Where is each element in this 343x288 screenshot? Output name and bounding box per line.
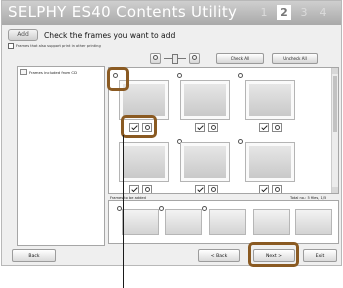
frame-controls [195,123,218,132]
callout-next-highlight [248,242,299,267]
thumbnail-size-slider[interactable] [164,53,186,64]
scroll-up-arrow[interactable] [332,68,338,74]
thumbnail-toolbar: Check All Uncheck All [150,53,318,64]
grid-scrollbar[interactable] [331,68,338,193]
frame-thumbnail[interactable] [180,80,230,120]
select-checkbox[interactable] [259,123,269,132]
print-support-note: Frames that also support print in other … [8,43,101,49]
callout-leader-line [123,135,124,288]
select-checkbox[interactable] [259,185,269,193]
frame-thumbnail[interactable] [119,142,169,182]
step-2-active: 2 [277,5,291,20]
frame-image [123,146,165,178]
frame-image [123,84,165,116]
frame-type-icon [176,72,184,80]
step-1: 1 [260,6,268,19]
preview-zoom-icon[interactable] [142,185,152,193]
step-4: 4 [319,6,327,19]
added-frame-thumbnail[interactable] [295,209,332,235]
uncheck-all-button[interactable]: Uncheck All [272,53,318,64]
frame-controls [195,185,218,193]
slider-knob[interactable] [172,54,178,64]
frame-image [249,146,291,178]
tree-item-cd-frames[interactable]: Frames included from CD [20,69,77,75]
note-text: Frames that also support print in other … [16,44,101,48]
app-window: SELPHY ES40 Contents Utility 1 2 3 4 Add… [1,0,342,266]
title-bar: SELPHY ES40 Contents Utility 1 2 3 4 [2,1,341,25]
preview-zoom-icon[interactable] [272,185,282,193]
frame-controls [259,185,282,193]
scroll-down-arrow[interactable] [332,187,338,193]
added-frame-thumbnail[interactable] [165,209,202,235]
frame-thumbnail[interactable] [245,142,295,182]
added-frame-thumbnail[interactable] [209,209,246,235]
note-checkbox[interactable] [8,43,14,49]
preview-zoom-icon[interactable] [208,123,218,132]
added-frame-thumbnail[interactable] [122,209,159,235]
preview-zoom-icon[interactable] [208,185,218,193]
frames-to-add-strip [108,200,339,244]
zoom-in-icon[interactable] [189,53,200,64]
frame-controls [259,123,282,132]
frame-thumbnail[interactable] [180,142,230,182]
instruction-text: Check the frames you want to add [44,30,176,40]
frame-type-icon [237,72,245,80]
callout-checkbox-highlight [121,115,157,138]
frame-type-icon [237,138,245,146]
frame-image [249,84,291,116]
step-indicator: 1 2 3 4 [258,5,329,20]
preview-zoom-icon[interactable] [272,123,282,132]
previous-button[interactable]: < Back [198,249,240,262]
select-checkbox[interactable] [195,185,205,193]
select-checkbox[interactable] [195,123,205,132]
frame-image [184,84,226,116]
select-checkbox[interactable] [129,185,139,193]
added-frame-thumbnail[interactable] [253,209,290,235]
callout-frame-icon-highlight [107,67,129,91]
instruction-row: Add Check the frames you want to add [8,29,175,41]
main-back-button[interactable]: Back [12,249,56,262]
frame-thumbnail[interactable] [245,80,295,120]
window-title: SELPHY ES40 Contents Utility [8,3,238,21]
frame-type-icon [201,205,209,213]
step-3: 3 [300,6,308,19]
check-all-button[interactable]: Check All [216,53,264,64]
frame-controls [129,185,152,193]
frame-image [184,146,226,178]
folder-icon [20,69,27,75]
exit-button[interactable]: Exit [303,249,337,262]
frame-source-tree: Frames included from CD [17,66,105,246]
tree-item-label: Frames included from CD [29,69,78,75]
scroll-thumb[interactable] [333,76,337,132]
add-check-icon: Add [8,29,38,41]
zoom-out-icon[interactable] [150,53,161,64]
